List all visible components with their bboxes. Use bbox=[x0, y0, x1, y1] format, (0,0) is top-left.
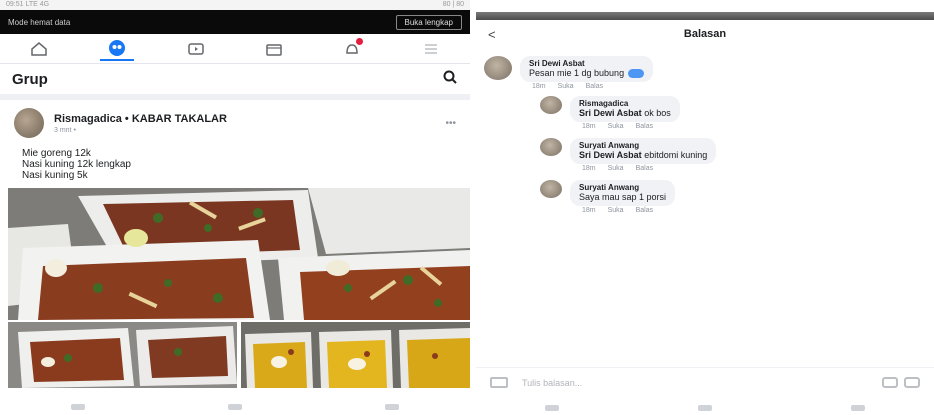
commenter-name[interactable]: Suryati Anwang bbox=[579, 141, 707, 150]
reply-input[interactable]: Tulis balasan... bbox=[522, 378, 876, 388]
like-link[interactable]: Suka bbox=[608, 207, 624, 214]
comment-actions: 18m Suka Balas bbox=[582, 165, 716, 172]
data-saver-label: Mode hemat data bbox=[8, 17, 71, 27]
commenter-name[interactable]: Suryati Anwang bbox=[579, 183, 666, 192]
page-title: Grup bbox=[12, 70, 48, 88]
comment-text: Sri Dewi Asbat ok bos bbox=[579, 108, 671, 118]
avatar[interactable] bbox=[14, 108, 44, 138]
comment-bubble[interactable]: Sri Dewi Asbat Pesan mie 1 dg bubung bbox=[520, 56, 654, 83]
comment-message: ebitdomi kuning bbox=[641, 150, 708, 160]
status-time: 09:51 LTE 4G bbox=[6, 1, 50, 8]
comment-message: Saya mau sap 1 porsi bbox=[579, 192, 667, 202]
photo-thumbnails bbox=[8, 322, 470, 388]
avatar[interactable] bbox=[540, 96, 562, 114]
avatar[interactable] bbox=[540, 180, 562, 198]
recent-apps-icon[interactable] bbox=[545, 404, 560, 411]
home-icon[interactable] bbox=[22, 37, 56, 61]
groups-icon[interactable] bbox=[100, 37, 135, 61]
groups-header: Grup bbox=[0, 64, 470, 100]
comment-time: 18m bbox=[582, 207, 596, 214]
like-link[interactable]: Suka bbox=[608, 165, 624, 172]
post-line: Mie goreng 12k bbox=[22, 148, 91, 159]
status-right: 80 | 80 bbox=[442, 1, 464, 8]
back-button-icon[interactable] bbox=[850, 404, 865, 411]
system-navigation-bar bbox=[476, 400, 934, 415]
reply-link[interactable]: Balas bbox=[636, 207, 654, 214]
comment-bubble[interactable]: Rismagadica Sri Dewi Asbat ok bos bbox=[570, 96, 680, 122]
notifications-icon[interactable] bbox=[335, 37, 369, 61]
home-button-icon[interactable] bbox=[697, 404, 712, 411]
comment: Rismagadica Sri Dewi Asbat ok bos 18m Su… bbox=[540, 96, 680, 130]
comment-body: Suryati Anwang Sri Dewi Asbat ebitdomi k… bbox=[570, 138, 717, 172]
watch-icon[interactable] bbox=[179, 37, 213, 61]
home-button-icon[interactable] bbox=[227, 403, 242, 410]
comment-actions: 18m Suka Balas bbox=[532, 83, 653, 90]
gif-icon[interactable] bbox=[882, 377, 898, 388]
top-navigation bbox=[0, 34, 470, 64]
comment-text: Saya mau sap 1 porsi bbox=[579, 192, 666, 202]
system-navigation-bar bbox=[0, 398, 470, 415]
comment-time: 18m bbox=[582, 165, 596, 172]
comment-actions: 18m Suka Balas bbox=[582, 123, 680, 130]
page-title: Balasan bbox=[683, 28, 727, 40]
comment-text: Pesan mie 1 dg bubung bbox=[529, 68, 645, 79]
comment-bubble[interactable]: Suryati Anwang Sri Dewi Asbat ebitdomi k… bbox=[570, 138, 717, 164]
back-button-icon[interactable] bbox=[384, 403, 399, 410]
commenter-name[interactable]: Sri Dewi Asbat bbox=[529, 59, 644, 68]
open-full-button[interactable]: Buka lengkap bbox=[395, 14, 462, 30]
menu-icon[interactable] bbox=[414, 37, 448, 61]
replies-screen: < Balasan Sri Dewi Asbat Pesan mie 1 dg … bbox=[476, 12, 934, 415]
reply-composer: Tulis balasan... bbox=[476, 367, 934, 397]
replies-header: < Balasan bbox=[476, 20, 934, 48]
reply-link[interactable]: Balas bbox=[636, 123, 654, 130]
post-line: Nasi kuning 5k bbox=[22, 170, 88, 181]
comment-time: 18m bbox=[532, 83, 546, 91]
like-link[interactable]: Suka bbox=[608, 123, 624, 130]
commenter-name[interactable]: Rismagadica bbox=[579, 99, 671, 108]
post-text: Mie goreng 12k Nasi kuning 12k lengkap N… bbox=[0, 146, 470, 189]
mention-tag[interactable]: Sri Dewi Asbat bbox=[579, 108, 642, 118]
status-bar: 09:51 LTE 4G 80 | 80 bbox=[0, 0, 470, 10]
comment-body: Sri Dewi Asbat Pesan mie 1 dg bubung 18m… bbox=[520, 56, 654, 90]
comment-text: Sri Dewi Asbat ebitdomi kuning bbox=[579, 150, 707, 160]
recent-apps-icon[interactable] bbox=[71, 403, 86, 410]
post-meta: Rismagadica • KABAR TAKALAR 3 mnt • bbox=[54, 113, 445, 134]
comment-message: ok bos bbox=[641, 108, 671, 118]
comment: Suryati Anwang Saya mau sap 1 porsi 18m … bbox=[540, 180, 676, 214]
reply-link[interactable]: Balas bbox=[636, 165, 654, 172]
comment-body: Rismagadica Sri Dewi Asbat ok bos 18m Su… bbox=[570, 96, 680, 130]
post-header: Rismagadica • KABAR TAKALAR 3 mnt • ••• bbox=[0, 100, 470, 146]
facebook-group-feed: 09:51 LTE 4G 80 | 80 Mode hemat data Buk… bbox=[0, 0, 470, 415]
food-photo-thumb-2[interactable] bbox=[241, 322, 470, 388]
emoji-icon[interactable] bbox=[904, 377, 920, 388]
data-saver-bar: Mode hemat data Buka lengkap bbox=[0, 10, 470, 34]
back-button[interactable]: < bbox=[488, 27, 496, 42]
comment-bubble[interactable]: Suryati Anwang Saya mau sap 1 porsi bbox=[570, 180, 676, 206]
comment-actions: 18m Suka Balas bbox=[582, 207, 675, 214]
like-link[interactable]: Suka bbox=[558, 83, 574, 90]
camera-icon[interactable] bbox=[490, 377, 508, 388]
comment: Sri Dewi Asbat Pesan mie 1 dg bubung 18m… bbox=[484, 56, 654, 90]
comment-message: Pesan mie 1 dg bubung bbox=[529, 68, 625, 78]
search-icon[interactable] bbox=[442, 69, 458, 90]
food-photo-main[interactable] bbox=[8, 188, 470, 320]
more-options-icon[interactable]: ••• bbox=[445, 118, 456, 129]
status-bar bbox=[476, 12, 934, 20]
food-photo-thumb-1[interactable] bbox=[8, 322, 237, 388]
comment-body: Suryati Anwang Saya mau sap 1 porsi 18m … bbox=[570, 180, 676, 214]
comment-time: 18m bbox=[582, 123, 596, 130]
reply-link[interactable]: Balas bbox=[586, 83, 604, 90]
like-reaction-icon bbox=[628, 69, 645, 79]
post-timestamp: 3 mnt • bbox=[54, 126, 76, 134]
post-line: Nasi kuning 12k lengkap bbox=[22, 159, 131, 170]
avatar[interactable] bbox=[484, 56, 512, 80]
comment: Suryati Anwang Sri Dewi Asbat ebitdomi k… bbox=[540, 138, 717, 172]
marketplace-icon[interactable] bbox=[257, 37, 291, 61]
avatar[interactable] bbox=[540, 138, 562, 156]
post-author[interactable]: Rismagadica • KABAR TAKALAR bbox=[54, 113, 445, 125]
mention-tag[interactable]: Sri Dewi Asbat bbox=[579, 150, 642, 160]
